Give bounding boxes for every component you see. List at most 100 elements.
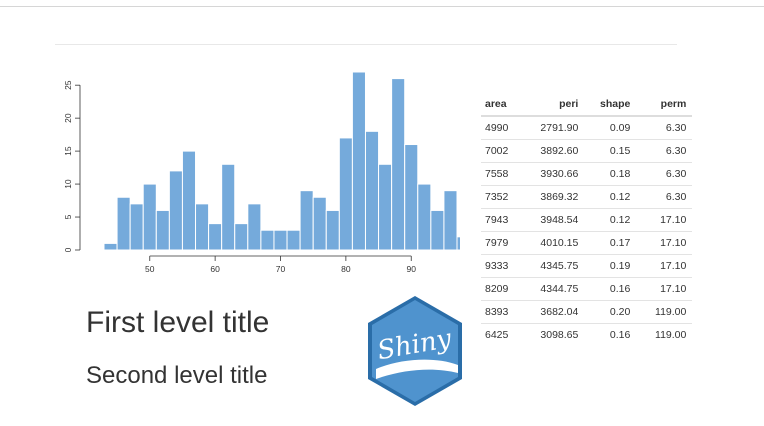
y-tick-label: 15 [63,146,73,156]
histogram-chart: 50 60 70 80 90 0 5 10 15 20 25 [63,71,460,274]
table-cell: 0.12 [584,208,637,232]
column-header-peri: peri [514,93,585,117]
column-header-shape: shape [584,93,637,117]
histogram-bar [260,229,275,251]
histogram-bar [116,196,131,251]
table-cell: 3682.04 [514,300,585,324]
histogram-bar [247,203,262,251]
y-tick-label: 10 [63,179,73,189]
table-cell: 4990 [481,115,515,140]
table-row: 8209 4344.75 0.16 17.10 [481,277,693,301]
table-cell: 3948.54 [514,208,585,232]
histogram-bar [351,71,366,251]
table-cell: 0.17 [584,231,637,255]
table-cell: 7979 [481,231,515,255]
table-row: 7943 3948.54 0.12 17.10 [481,208,693,232]
table-cell: 0.16 [584,323,637,346]
table-cell: 6.30 [636,162,693,186]
histogram-bar [234,223,249,251]
table-row: 6425 3098.65 0.16 119.00 [481,323,693,346]
table-cell: 3930.66 [514,162,585,186]
histogram-bar [168,170,183,251]
table-cell: 6.30 [636,139,693,163]
table-cell: 0.16 [584,277,637,301]
table-cell: 119.00 [636,323,693,346]
table-cell: 6425 [481,323,515,346]
table-header-row: area peri shape perm [481,93,693,117]
x-tick-label: 80 [341,264,351,274]
histogram-bar [312,196,327,251]
table-row: 7979 4010.15 0.17 17.10 [481,231,693,255]
first-level-title: First level title [86,306,270,339]
table-row: 8393 3682.04 0.20 119.00 [481,300,693,324]
histogram-bar [129,203,144,251]
histogram-bar [456,236,460,251]
histogram-bar [430,209,445,251]
table-cell: 17.10 [636,208,693,232]
table-cell: 3892.60 [514,139,585,163]
x-tick-label: 60 [210,264,220,274]
table-cell: 6.30 [636,115,693,140]
column-header-area: area [481,93,515,117]
y-tick-label: 25 [63,80,73,90]
table-cell: 0.20 [584,300,637,324]
histogram-bar [142,183,157,251]
table-cell: 4010.15 [514,231,585,255]
table-cell: 9333 [481,254,515,278]
histogram-bar [325,209,340,251]
data-table: area peri shape perm 4990 2791.90 0.09 6.30 700… [481,93,693,346]
table-cell: 0.15 [584,139,637,163]
table-row: 7002 3892.60 0.15 6.30 [481,139,693,163]
top-rule [0,6,764,7]
histogram-bar [417,183,432,251]
table-cell: 8393 [481,300,515,324]
x-tick-label: 90 [407,264,417,274]
table-cell: 6.30 [636,185,693,209]
table-row: 7558 3930.66 0.18 6.30 [481,162,693,186]
table-cell: 7558 [481,162,515,186]
table-cell: 4345.75 [514,254,585,278]
table-cell: 7352 [481,185,515,209]
table-cell: 17.10 [636,254,693,278]
histogram-bar [378,163,393,251]
histogram-bar [286,229,301,251]
histogram-bar [338,137,353,251]
histogram-bar [404,144,419,251]
histogram-bar [364,130,380,251]
table-cell: 0.19 [584,254,637,278]
histogram-bar [181,150,197,251]
histogram-bar [208,223,223,251]
table-cell: 8209 [481,277,515,301]
histogram-bar [391,78,406,251]
table-row: 7352 3869.32 0.12 6.30 [481,185,693,209]
table-cell: 0.18 [584,162,637,186]
x-tick-label: 50 [145,264,155,274]
table-cell: 7943 [481,208,515,232]
table-row: 4990 2791.90 0.09 6.30 [481,115,693,140]
table-cell: 7002 [481,139,515,163]
y-tick-label: 0 [63,247,73,252]
second-level-title: Second level title [86,362,268,389]
x-tick-label: 70 [276,264,286,274]
histogram-bar [443,190,458,251]
histogram-bar [195,203,210,251]
table-cell: 2791.90 [514,115,585,140]
table-cell: 0.09 [584,115,637,140]
table-cell: 119.00 [636,300,693,324]
shiny-logo: Shiny [368,296,462,406]
histogram-bar [103,242,118,251]
table-cell: 17.10 [636,277,693,301]
table-cell: 3869.32 [514,185,585,209]
histogram-bar [155,209,170,251]
histogram-bar [221,163,236,251]
table-cell: 17.10 [636,231,693,255]
column-header-perm: perm [636,93,693,117]
table-cell: 0.12 [584,185,637,209]
table-cell: 4344.75 [514,277,585,301]
histogram-bar [273,229,288,251]
horizontal-rule [55,44,677,45]
table-cell: 3098.65 [514,323,585,346]
table-body: 4990 2791.90 0.09 6.30 7002 3892.60 0.15 6.30 75… [481,115,693,346]
histogram-bar [299,190,314,251]
table-row: 9333 4345.75 0.19 17.10 [481,254,693,278]
